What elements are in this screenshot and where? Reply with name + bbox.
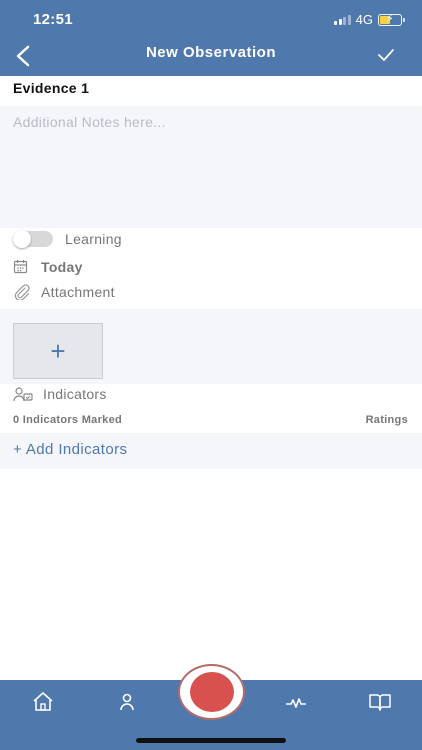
status-time: 12:51 <box>33 11 73 28</box>
ratings-label[interactable]: Ratings <box>366 414 408 426</box>
notes-input[interactable] <box>13 114 409 214</box>
date-row[interactable]: Today <box>13 259 83 275</box>
paperclip-icon <box>14 284 30 300</box>
indicators-label: Indicators <box>43 386 107 402</box>
signal-icon <box>334 14 351 25</box>
battery-icon: ⚡ <box>378 13 405 26</box>
add-indicators-row: + Add Indicators <box>0 433 422 469</box>
home-indicator <box>136 738 286 743</box>
attachment-label: Attachment <box>41 284 115 300</box>
add-attachment-button[interactable]: + <box>13 323 103 379</box>
book-icon[interactable] <box>368 690 392 714</box>
date-label: Today <box>41 259 83 275</box>
top-bar: 12:51 4G ⚡ New Observation <box>0 0 422 76</box>
indicators-marked-count: 0 Indicators Marked <box>13 414 123 426</box>
evidence-title: Evidence 1 <box>13 80 90 96</box>
profile-icon[interactable] <box>115 690 139 714</box>
plus-icon: + <box>50 335 66 366</box>
add-indicators-button[interactable]: + Add Indicators <box>13 441 127 458</box>
calendar-icon <box>13 260 28 274</box>
notes-area <box>0 106 422 228</box>
learning-toggle[interactable] <box>13 230 53 248</box>
record-dot <box>189 672 234 712</box>
attachment-row[interactable]: Attachment <box>13 284 115 300</box>
activity-icon[interactable] <box>284 690 308 714</box>
attachment-area: + <box>0 309 422 384</box>
home-icon[interactable] <box>31 690 55 714</box>
save-check-button[interactable] <box>376 45 396 65</box>
learning-row: Learning <box>13 230 122 248</box>
page-title: New Observation <box>145 44 277 61</box>
indicators-row: Indicators <box>13 386 107 402</box>
network-label: 4G <box>355 12 373 27</box>
indicators-icon <box>13 387 33 402</box>
learning-label: Learning <box>65 231 122 247</box>
status-indicators: 4G ⚡ <box>334 12 405 27</box>
record-button[interactable] <box>178 664 245 720</box>
